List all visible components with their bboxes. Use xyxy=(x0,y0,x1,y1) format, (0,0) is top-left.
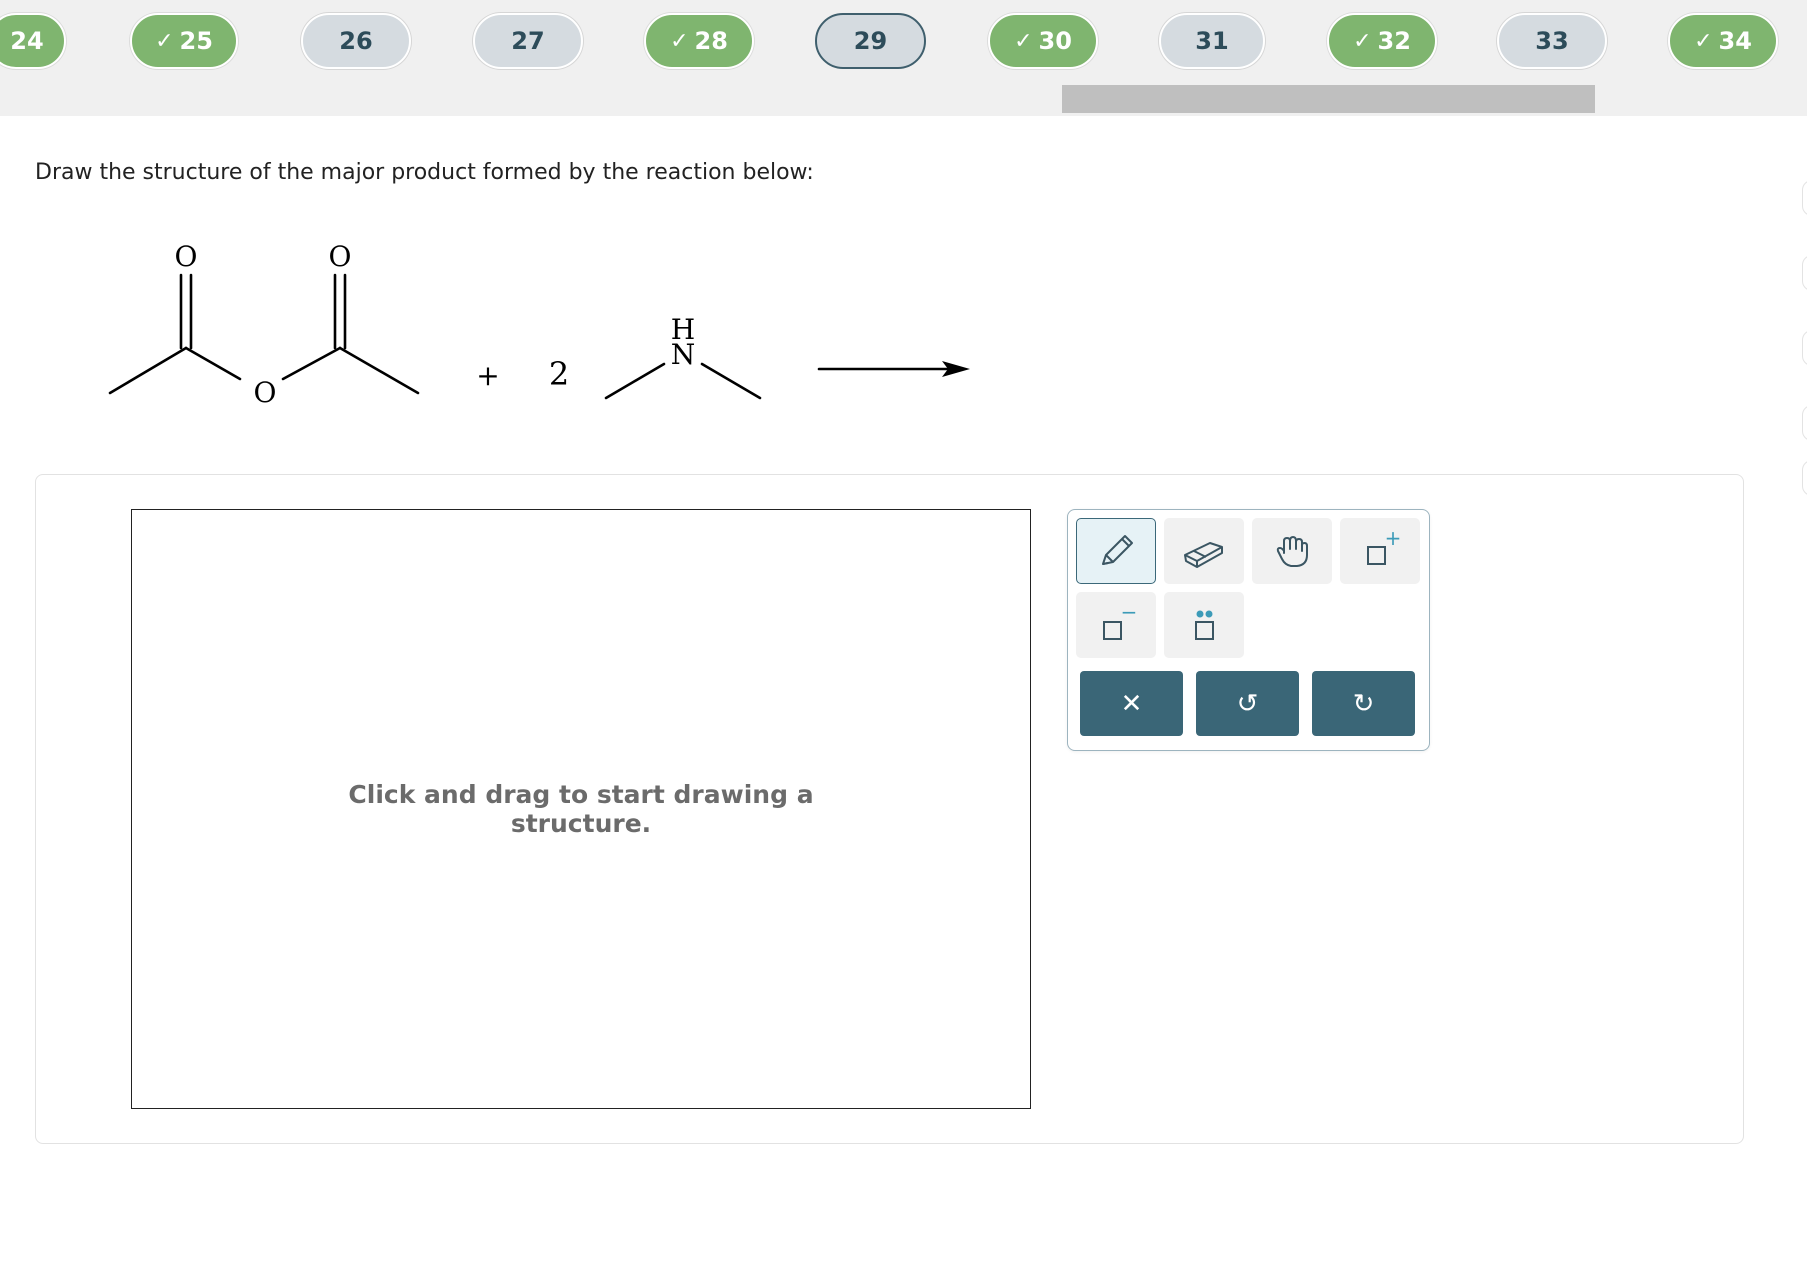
side-tab[interactable] xyxy=(1802,180,1807,216)
question-pill-24[interactable]: 24 xyxy=(0,13,66,69)
minus-glyph: − xyxy=(1121,603,1138,624)
remove-charge-icon: − xyxy=(1103,603,1138,640)
question-number: 28 xyxy=(694,27,728,55)
question-number: 25 xyxy=(179,27,213,55)
check-icon: ✓ xyxy=(1014,28,1033,54)
plus-sign: + xyxy=(476,359,499,392)
question-prompt: Draw the structure of the major product … xyxy=(35,160,814,185)
stoichiometric-coefficient: 2 xyxy=(549,355,569,393)
bond xyxy=(700,362,762,400)
question-number: 32 xyxy=(1377,27,1411,55)
question-number: 27 xyxy=(511,27,545,55)
question-pill-27[interactable]: 27 xyxy=(473,13,583,69)
question-pill-30[interactable]: ✓ 30 xyxy=(988,13,1098,69)
lone-pair-icon xyxy=(1195,610,1214,640)
check-icon: ✓ xyxy=(1353,28,1372,54)
question-pill-31[interactable]: 31 xyxy=(1159,13,1265,69)
eraser-icon xyxy=(1184,542,1223,568)
question-number: 26 xyxy=(339,27,373,55)
hand-tool-button[interactable] xyxy=(1252,518,1332,584)
redo-icon: ↻ xyxy=(1352,688,1375,719)
bond xyxy=(604,362,666,400)
side-tab[interactable] xyxy=(1802,405,1807,441)
question-pill-28[interactable]: ✓ 28 xyxy=(644,13,754,69)
navigation-scrollbar[interactable] xyxy=(1062,85,1595,113)
bond xyxy=(108,346,188,395)
question-number: 24 xyxy=(10,27,44,55)
question-number: 29 xyxy=(853,27,888,55)
side-tab[interactable] xyxy=(1802,330,1807,366)
question-pill-25[interactable]: ✓ 25 xyxy=(130,13,238,69)
pencil-tool-button[interactable] xyxy=(1076,518,1156,584)
check-icon: ✓ xyxy=(670,28,689,54)
question-pill-29[interactable]: 29 xyxy=(815,13,926,69)
bond xyxy=(184,346,242,381)
question-number: 30 xyxy=(1038,27,1072,55)
atom-label: N xyxy=(671,338,696,371)
question-pill-26[interactable]: 26 xyxy=(301,13,411,69)
add-charge-tool-button[interactable]: + xyxy=(1340,518,1420,584)
plus-glyph: + xyxy=(1385,529,1402,550)
question-pill-33[interactable]: 33 xyxy=(1497,13,1607,69)
atom-label: O xyxy=(175,240,198,273)
question-navigation: 24 ✓ 25 26 27 ✓ 28 29 ✓ 30 31 ✓ 32 33 ✓ … xyxy=(0,0,1807,116)
remove-charge-tool-button[interactable]: − xyxy=(1076,592,1156,658)
bond xyxy=(338,346,420,395)
check-icon: ✓ xyxy=(1694,28,1713,54)
clear-icon: ✕ xyxy=(1120,688,1143,719)
atom-label: O xyxy=(329,240,352,273)
question-number: 34 xyxy=(1718,27,1752,55)
bond xyxy=(281,346,342,381)
question-pill-32[interactable]: ✓ 32 xyxy=(1327,13,1437,69)
reaction-scheme: O O O + 2 H N xyxy=(108,240,970,409)
undo-button[interactable]: ↺ xyxy=(1196,671,1299,736)
canvas-hint: Click and drag to start drawing a struct… xyxy=(348,780,814,838)
redo-button[interactable]: ↻ xyxy=(1312,671,1415,736)
side-tab[interactable] xyxy=(1802,460,1807,496)
add-charge-icon: + xyxy=(1367,529,1402,565)
hand-icon xyxy=(1276,536,1308,567)
clear-button[interactable]: ✕ xyxy=(1080,671,1183,736)
drawing-toolbox: + − ✕ ↺ ↻ xyxy=(1067,509,1430,751)
undo-icon: ↺ xyxy=(1236,688,1259,719)
question-number: 33 xyxy=(1535,27,1569,55)
atom-label: O xyxy=(254,376,277,409)
side-tab[interactable] xyxy=(1802,255,1807,291)
drawing-canvas[interactable]: Click and drag to start drawing a struct… xyxy=(131,509,1031,1109)
pencil-icon xyxy=(1102,535,1133,565)
question-number: 31 xyxy=(1195,27,1229,55)
lone-pair-tool-button[interactable] xyxy=(1164,592,1244,658)
question-pill-34[interactable]: ✓ 34 xyxy=(1668,13,1778,69)
eraser-tool-button[interactable] xyxy=(1164,518,1244,584)
check-icon: ✓ xyxy=(155,28,174,54)
